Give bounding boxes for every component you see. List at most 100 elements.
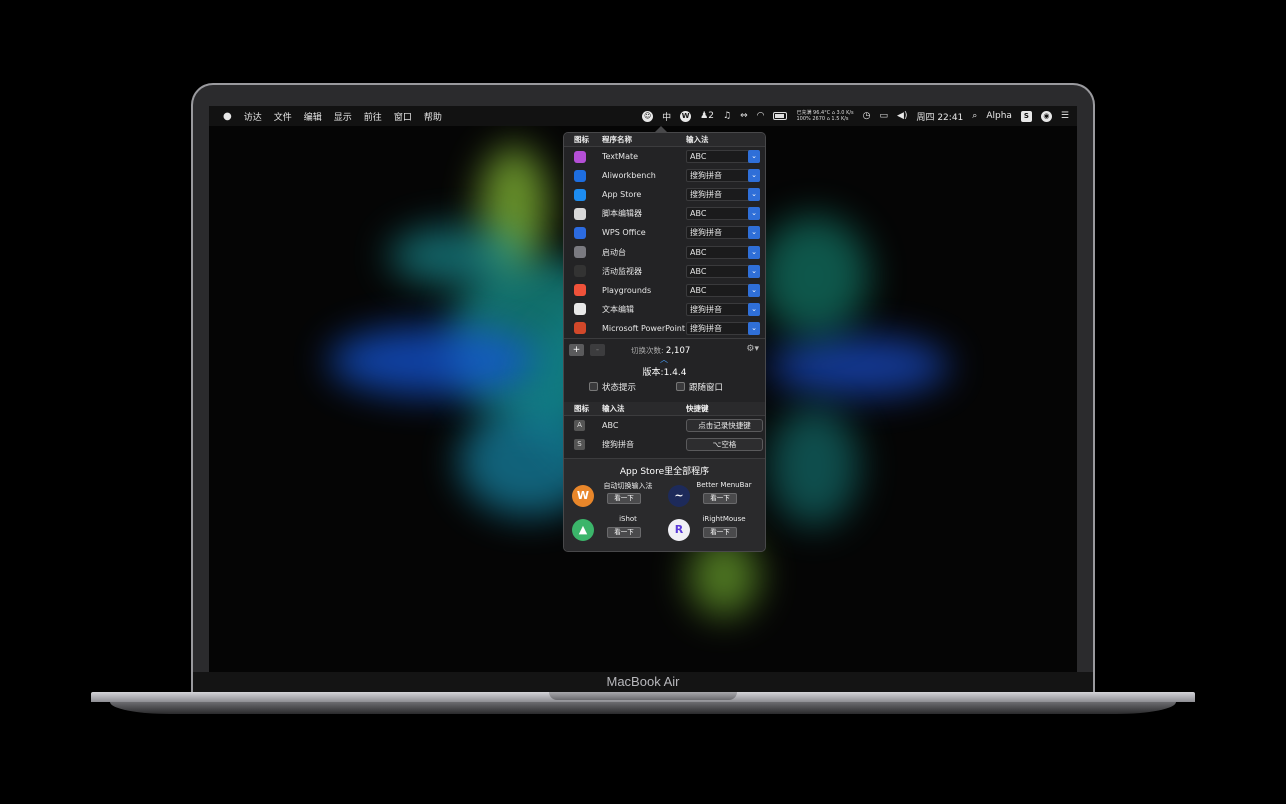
header-icon: 图标 xyxy=(574,403,589,413)
chevron-down-icon[interactable]: ⌄ xyxy=(748,283,760,297)
chevron-down-icon[interactable]: ⌄ xyxy=(748,264,760,278)
bell-icon[interactable]: ♫ xyxy=(723,111,731,121)
view-app-button[interactable]: 看一下 xyxy=(607,526,641,538)
app-name: App Store xyxy=(602,190,642,200)
gear-icon[interactable]: ⚙▾ xyxy=(746,344,759,354)
app-row[interactable]: App Store 搜狗拼音 ⌄ xyxy=(564,185,765,204)
laptop-base-shadow xyxy=(110,702,1176,714)
ime-select[interactable]: ABC ⌄ xyxy=(686,207,760,221)
ime-table: A ABC 点击记录快捷键 S 搜狗拼音 ⌥空格 xyxy=(564,416,765,454)
app-row[interactable]: Playgrounds ABC ⌄ xyxy=(564,281,765,300)
app-row[interactable]: TextMate ABC ⌄ xyxy=(564,147,765,166)
menu-file[interactable]: 文件 xyxy=(274,110,292,123)
alpha-menu[interactable]: Alpha xyxy=(986,111,1012,121)
promo-app-icon[interactable]: ▲ xyxy=(572,518,594,541)
ime-icon: S xyxy=(574,438,585,450)
menu-finder[interactable]: 访达 xyxy=(244,110,262,123)
menu-go[interactable]: 前往 xyxy=(364,110,382,123)
follow-window-checkbox[interactable]: 跟随窗口 xyxy=(676,381,723,393)
ime-select[interactable]: 搜狗拼音 ⌄ xyxy=(686,188,760,202)
ime-select[interactable]: 搜狗拼音 ⌄ xyxy=(686,302,760,316)
app-name: WPS Office xyxy=(602,228,646,238)
menu-window[interactable]: 窗口 xyxy=(394,110,412,123)
controls-section: + - 切换次数: 2,107 ︿ ⚙▾ 版本:1.4.4 状态提示 跟随窗口 xyxy=(564,337,765,402)
script-editor-icon xyxy=(574,207,586,220)
app-row[interactable]: 启动台 ABC ⌄ xyxy=(564,242,765,261)
ime-select[interactable]: 搜狗拼音 ⌄ xyxy=(686,321,760,335)
checkbox-box[interactable] xyxy=(676,382,685,392)
menu-view[interactable]: 显示 xyxy=(334,110,352,123)
app-icon-cell xyxy=(564,226,602,239)
wifi-icon[interactable]: ◠ xyxy=(757,111,765,121)
ime-select-value: 搜狗拼音 xyxy=(690,304,722,314)
promo-app-icon[interactable]: ~ xyxy=(668,484,690,507)
menu-bar: ● 访达 文件 编辑 显示 前往 窗口 帮助 ☺ 中 W ♟2 ♫ ⇔ ◠ 已充… xyxy=(209,106,1077,126)
wallpaper-splash xyxy=(769,336,949,396)
clock[interactable]: 周四 22:41 xyxy=(916,110,963,123)
menu-edit[interactable]: 编辑 xyxy=(304,110,322,123)
playgrounds-icon xyxy=(574,284,586,297)
view-app-button[interactable]: 看一下 xyxy=(607,492,641,504)
ime-select[interactable]: 搜狗拼音 ⌄ xyxy=(686,226,760,240)
app-status-icon[interactable]: ☺ xyxy=(642,110,654,122)
view-app-button[interactable]: 看一下 xyxy=(703,492,737,504)
menu-help[interactable]: 帮助 xyxy=(424,110,442,123)
siri-icon[interactable]: ◉ xyxy=(1040,110,1052,122)
network-icon[interactable]: ⇔ xyxy=(740,111,748,121)
ime-name: 搜狗拼音 xyxy=(602,439,634,449)
app-row[interactable]: Microsoft PowerPoint 搜狗拼音 ⌄ xyxy=(564,319,765,338)
chevron-up-icon[interactable]: ︿ xyxy=(660,354,668,365)
ime-select[interactable]: ABC ⌄ xyxy=(686,245,760,259)
app-row[interactable]: WPS Office 搜狗拼音 ⌄ xyxy=(564,223,765,242)
ime-icon-cell: A xyxy=(564,419,602,431)
app-row[interactable]: 文本编辑 搜狗拼音 ⌄ xyxy=(564,300,765,319)
app-row[interactable]: 脚本编辑器 ABC ⌄ xyxy=(564,204,765,223)
time-machine-icon[interactable]: ◷ xyxy=(863,111,871,121)
view-app-button[interactable]: 看一下 xyxy=(703,526,737,538)
ime-indicator[interactable]: 中 xyxy=(662,110,671,123)
app-row[interactable]: Aliworkbench 搜狗拼音 ⌄ xyxy=(564,166,765,185)
auto-switch-ime-icon[interactable]: W xyxy=(680,110,692,122)
spotlight-icon[interactable]: ⌕ xyxy=(972,111,977,121)
shortcut-recorder-button[interactable]: ⌥空格 xyxy=(686,437,763,451)
ime-row: S 搜狗拼音 ⌥空格 xyxy=(564,435,765,454)
ime-select-value: 搜狗拼音 xyxy=(690,171,722,181)
checkbox-box[interactable] xyxy=(589,382,598,392)
promo-app-icon[interactable]: W xyxy=(572,484,594,507)
ime-select[interactable]: 搜狗拼音 ⌄ xyxy=(686,169,760,183)
app-icon-cell xyxy=(564,322,602,335)
wps-office-icon xyxy=(574,226,586,239)
chevron-down-icon[interactable]: ⌄ xyxy=(748,169,760,183)
qq-icon[interactable]: ♟2 xyxy=(700,111,714,121)
battery-status-icon[interactable]: ▭ xyxy=(880,111,889,121)
wallpaper-splash xyxy=(769,406,859,526)
chevron-down-icon[interactable]: ⌄ xyxy=(748,150,760,164)
apple-menu-icon[interactable]: ● xyxy=(223,111,232,122)
chevron-down-icon[interactable]: ⌄ xyxy=(748,321,760,335)
stats-line-2: 100% 2670 ⌂ 1.5 K/s xyxy=(796,116,849,122)
volume-icon[interactable]: ◀) xyxy=(897,111,907,121)
promo-app: ▲ iShot 看一下 xyxy=(572,515,667,549)
promo-app-name: 自动切换输入法 xyxy=(603,481,653,490)
ime-select[interactable]: ABC ⌄ xyxy=(686,150,760,164)
ime-select[interactable]: ABC ⌄ xyxy=(686,283,760,297)
status-hint-checkbox[interactable]: 状态提示 xyxy=(589,381,636,393)
chevron-down-icon[interactable]: ⌄ xyxy=(748,302,760,316)
version-label: 版本:1.4.4 xyxy=(642,367,687,378)
remove-app-button[interactable]: - xyxy=(590,343,605,356)
sogou-icon[interactable]: S xyxy=(1020,110,1032,122)
shortcut-recorder-button[interactable]: 点击记录快捷键 xyxy=(686,418,763,432)
app-row[interactable]: 活动监视器 ABC ⌄ xyxy=(564,262,765,281)
chevron-down-icon[interactable]: ⌄ xyxy=(748,245,760,259)
battery-icon[interactable] xyxy=(773,112,788,120)
notification-center-icon[interactable]: ☰ xyxy=(1061,111,1069,121)
chevron-down-icon[interactable]: ⌄ xyxy=(748,207,760,221)
switch-count-label: 切换次数: xyxy=(631,345,664,355)
promo-app-icon[interactable]: R xyxy=(668,518,690,541)
add-app-button[interactable]: + xyxy=(569,343,584,356)
chevron-down-icon[interactable]: ⌄ xyxy=(748,226,760,240)
ime-select[interactable]: ABC ⌄ xyxy=(686,264,760,278)
system-stats[interactable]: 已充满 96.4°C ⌂ 3.0 K/s 100% 2670 ⌂ 1.5 K/s xyxy=(796,110,853,122)
chevron-down-icon[interactable]: ⌄ xyxy=(748,188,760,202)
app-name: 脚本编辑器 xyxy=(602,209,642,219)
